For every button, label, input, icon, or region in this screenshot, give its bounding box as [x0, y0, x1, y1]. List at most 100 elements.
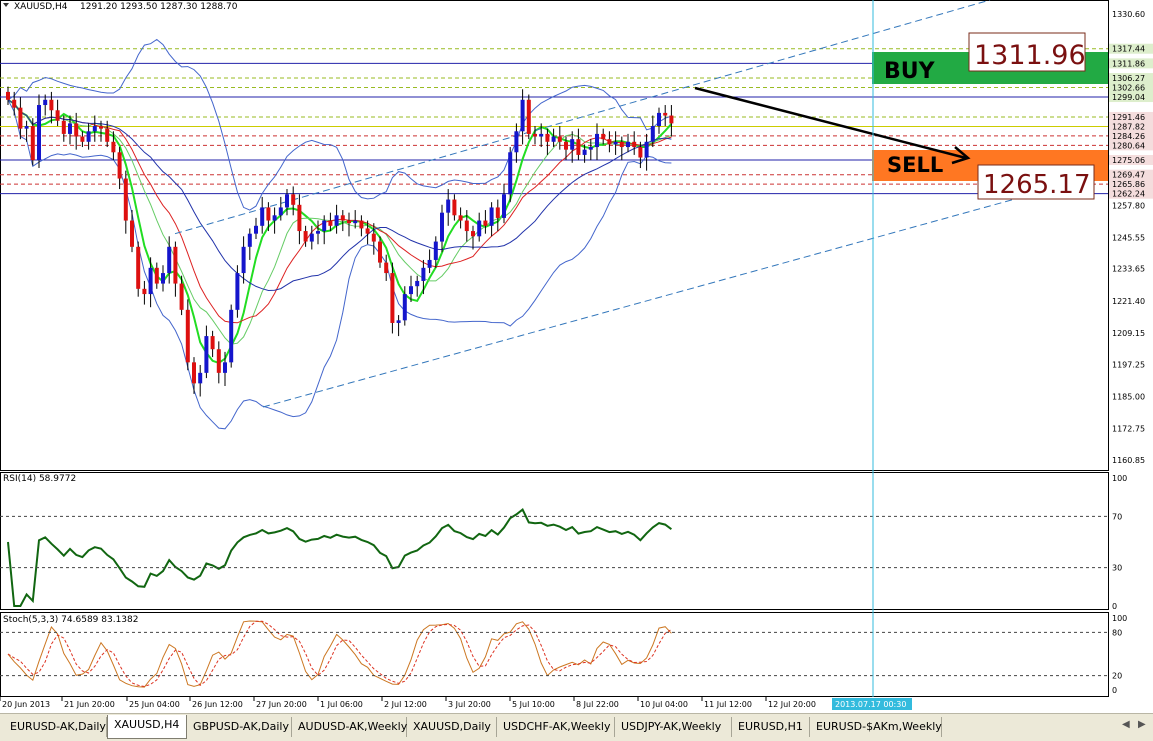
candle-body: [533, 133, 537, 137]
rsi-label: RSI(14) 58.9772: [3, 474, 76, 484]
candle-body: [601, 133, 606, 140]
candle-body: [378, 241, 382, 263]
candle-body: [229, 309, 234, 363]
candle-body: [123, 178, 128, 221]
tab-xauusd-h4[interactable]: XAUUSD,H4: [107, 715, 187, 739]
candle-body: [502, 194, 506, 218]
candle-body: [266, 207, 271, 221]
tab-label: EURUSD,H1: [738, 720, 803, 733]
candle-body: [136, 246, 141, 289]
candle-body: [582, 149, 587, 155]
candle-body: [669, 115, 674, 124]
tab-xauusd-daily[interactable]: XAUUSD,Daily: [407, 717, 497, 737]
tab-gbpusd-ak-daily[interactable]: GBPUSD-AK,Daily: [187, 717, 292, 737]
collapse-triangle-icon[interactable]: [3, 3, 9, 7]
candle-body: [297, 204, 302, 232]
candle-body: [402, 294, 407, 321]
candle-body: [6, 91, 10, 100]
tab-label: GBPUSD-AK,Daily: [193, 720, 290, 733]
candle-body: [24, 126, 29, 129]
candle-body: [74, 123, 79, 137]
stoch-signal-line: [7, 620, 672, 688]
candle-body: [161, 273, 165, 284]
candle-body: [619, 141, 624, 148]
candle-body: [650, 126, 655, 142]
candle-body: [285, 194, 289, 208]
stoch-main-line: [7, 620, 672, 688]
candle-body: [55, 110, 60, 121]
candle-body: [117, 152, 122, 179]
price-tick-label: 1306.27: [1112, 74, 1145, 83]
price-tick-label: 1265.86: [1112, 180, 1145, 189]
rsi-line: [7, 508, 672, 607]
tab-audusd-ak-weekly[interactable]: AUDUSD-AK,Weekly: [292, 717, 407, 737]
candle-body: [173, 246, 178, 284]
stoch-tick-label: 20: [1112, 672, 1122, 681]
candle-body: [340, 215, 345, 221]
candle-body: [210, 336, 215, 350]
candle-body: [409, 286, 413, 295]
candle-body: [278, 207, 283, 216]
price-tick-label: 1197.25: [1112, 360, 1145, 369]
candle-body: [427, 259, 432, 268]
tab-eurusd-ak-daily[interactable]: EURUSD-AK,Daily: [4, 717, 107, 737]
candle-body: [347, 220, 351, 224]
candle-body: [458, 215, 463, 221]
ohlc-header: 1291.20 1293.50 1287.30 1288.70: [80, 2, 238, 12]
candle-body: [86, 131, 91, 142]
tab-eurusd-akm-weekly[interactable]: EURUSD-$AKm,Weekly: [810, 717, 942, 737]
candle-body: [526, 99, 531, 134]
candle-body: [142, 288, 147, 295]
tab-scroll-left-icon[interactable]: ◀: [1122, 719, 1130, 730]
price-tick-label: 1160.85: [1112, 456, 1145, 465]
candle-body: [632, 141, 637, 148]
candle-body: [198, 372, 203, 384]
candle-body: [167, 246, 172, 274]
candle-body: [384, 262, 389, 274]
candle-body: [18, 107, 23, 129]
price-tick-label: 1221.40: [1112, 297, 1145, 306]
candle-body: [588, 147, 593, 150]
candle-body: [657, 112, 661, 127]
price-tick-label: 1284.26: [1112, 132, 1145, 141]
candle-body: [353, 220, 358, 224]
time-tick-label: 11 Jul 12:00: [704, 700, 752, 709]
candle-body: [495, 207, 500, 218]
tab-usdjpy-ak-weekly[interactable]: USDJPY-AK,Weekly: [615, 717, 732, 737]
candle-body: [359, 220, 364, 229]
sell-label: SELL: [887, 153, 943, 177]
candle-body: [272, 215, 277, 221]
stoch-tick-label: 80: [1112, 628, 1122, 637]
candle-body: [30, 126, 35, 161]
rsi-tick-label: 100: [1112, 474, 1127, 483]
candle-body: [80, 136, 85, 142]
candle-body: [37, 105, 41, 161]
candle-body: [322, 220, 327, 232]
candle-body: [595, 133, 599, 148]
stoch-pane-frame: [0, 612, 1109, 697]
candle-body: [192, 362, 196, 384]
candle-body: [223, 362, 227, 373]
candle-body: [440, 212, 444, 242]
candle-body: [111, 141, 116, 153]
time-tick-label: 5 Jul 10:00: [512, 700, 555, 709]
candle-body: [148, 267, 153, 295]
candle-body: [545, 133, 550, 142]
candle-body: [415, 280, 420, 287]
candle-body: [446, 199, 451, 213]
candle-body: [489, 207, 494, 226]
tab-eurusd-h1[interactable]: EURUSD,H1: [732, 717, 810, 737]
time-tick-label: 21 Jun 20:00: [64, 700, 115, 709]
candle-body: [260, 207, 265, 226]
tab-usdchf-ak-weekly[interactable]: USDCHF-AK,Weekly: [497, 717, 615, 737]
candle-body: [396, 320, 401, 323]
candle-body: [68, 123, 72, 134]
trend-arrow-line: [694, 86, 967, 160]
channel-lower-line: [262, 172, 1109, 408]
chart-area[interactable]: 1330.60 1317.44 1311.86 1306.271302.661299.…: [0, 0, 1153, 713]
candle-body: [663, 112, 668, 116]
candle-body: [334, 215, 339, 226]
candle-body: [241, 246, 246, 274]
tab-scroll-right-icon[interactable]: ▶: [1138, 719, 1146, 730]
candle-body: [303, 231, 308, 242]
